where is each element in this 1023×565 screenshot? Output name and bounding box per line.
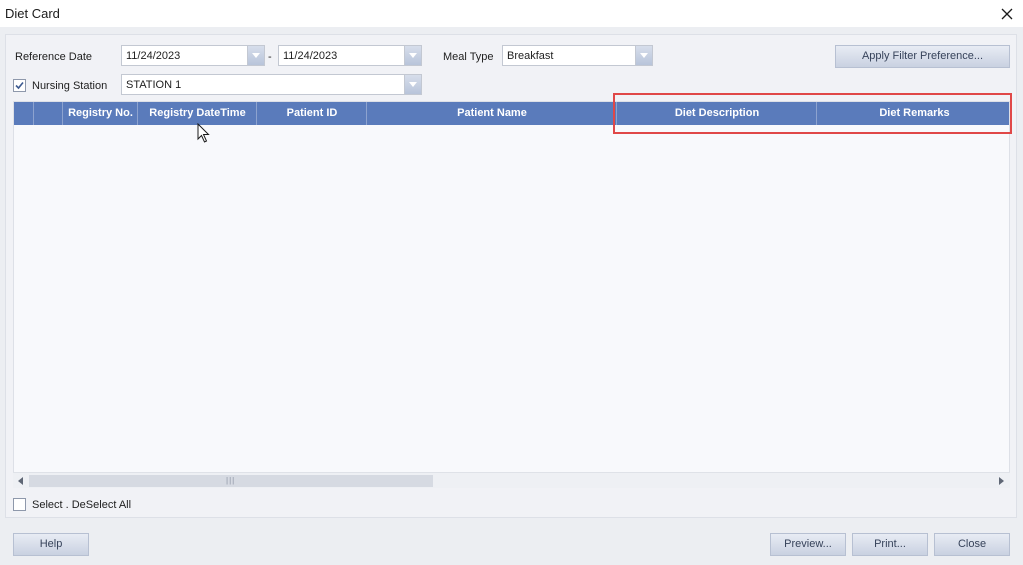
nursing-station-checkbox[interactable] <box>13 79 26 92</box>
horizontal-scrollbar[interactable]: ||| <box>13 472 1010 488</box>
date-from-value: 11/24/2023 <box>126 50 181 62</box>
window-title: Diet Card <box>5 6 60 21</box>
print-button[interactable]: Print... <box>852 533 928 556</box>
diet-card-grid[interactable]: Registry No. Registry DateTime Patient I… <box>13 101 1010 487</box>
dropdown-arrow-icon <box>409 53 417 58</box>
date-to-value: 11/24/2023 <box>283 50 338 62</box>
row-indicator-header <box>14 102 33 125</box>
close-button[interactable]: Close <box>934 533 1010 556</box>
select-column-header[interactable] <box>33 102 63 125</box>
title-bar: Diet Card <box>0 0 1023 27</box>
column-header-patient-name[interactable]: Patient Name <box>366 102 617 125</box>
mouse-cursor-icon <box>197 123 210 143</box>
meal-type-select[interactable]: Breakfast <box>502 45 653 66</box>
help-button[interactable]: Help <box>13 533 89 556</box>
dropdown-arrow-icon <box>252 53 260 58</box>
dropdown-arrow-icon <box>409 82 417 87</box>
close-icon <box>1001 8 1013 20</box>
meal-type-value: Breakfast <box>507 50 554 62</box>
column-header-patient-id[interactable]: Patient ID <box>256 102 367 125</box>
scrollbar-grip: ||| <box>226 476 236 485</box>
date-to-picker[interactable]: 11/24/2023 <box>278 45 422 66</box>
scroll-left-icon[interactable] <box>18 477 23 485</box>
reference-date-label: Reference Date <box>15 51 93 63</box>
preview-button[interactable]: Preview... <box>770 533 846 556</box>
scroll-right-icon[interactable] <box>999 477 1004 485</box>
meal-type-label: Meal Type <box>443 51 494 63</box>
date-from-dropdown-button[interactable] <box>247 46 264 65</box>
nursing-station-select[interactable]: STATION 1 <box>121 74 422 95</box>
column-header-registry-datetime[interactable]: Registry DateTime <box>137 102 257 125</box>
diet-columns-highlight <box>613 93 1012 134</box>
date-from-picker[interactable]: 11/24/2023 <box>121 45 265 66</box>
dropdown-arrow-icon <box>640 53 648 58</box>
apply-filter-preference-button[interactable]: Apply Filter Preference... <box>835 45 1010 68</box>
nursing-station-dropdown-button[interactable] <box>404 75 421 94</box>
meal-type-dropdown-button[interactable] <box>635 46 652 65</box>
date-range-separator: - <box>268 51 272 63</box>
select-deselect-all-checkbox[interactable] <box>13 498 26 511</box>
select-deselect-all-label: Select . DeSelect All <box>32 499 132 511</box>
column-header-registry-no[interactable]: Registry No. <box>62 102 138 125</box>
nursing-station-label: Nursing Station <box>32 80 108 92</box>
window-close-button[interactable] <box>996 3 1018 25</box>
checkmark-icon <box>15 81 24 90</box>
nursing-station-value: STATION 1 <box>126 79 182 91</box>
date-to-dropdown-button[interactable] <box>404 46 421 65</box>
